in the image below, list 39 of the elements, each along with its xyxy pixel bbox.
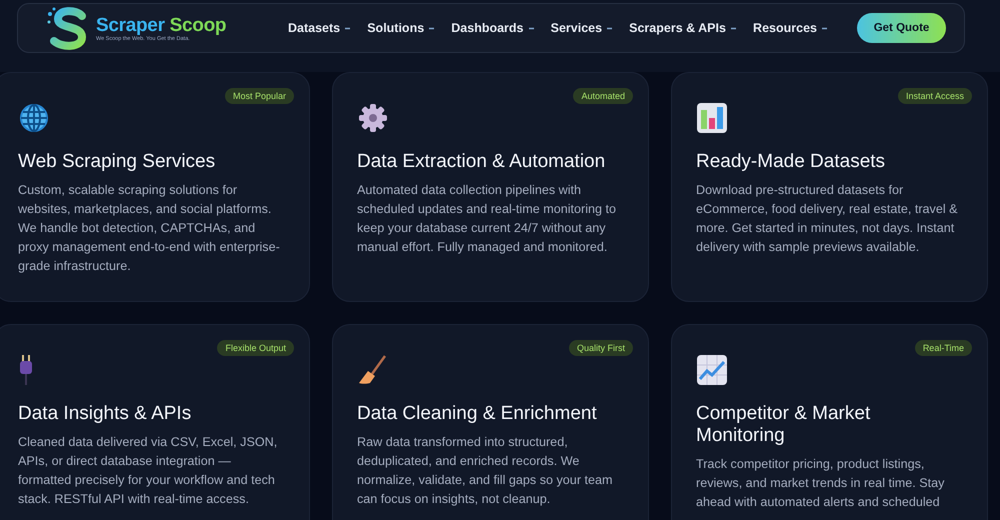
- card-badge: Automated: [573, 88, 633, 104]
- caret-icon: [822, 26, 827, 30]
- card-title: Ready-Made Datasets: [696, 151, 886, 173]
- nav-menu-item[interactable]: Solutions: [367, 21, 434, 35]
- caret-icon: [429, 26, 434, 30]
- globe-icon: [18, 102, 50, 134]
- card-badge: Instant Access: [898, 88, 972, 104]
- card-badge: Most Popular: [224, 88, 294, 104]
- card-title: Web Scraping Services: [18, 151, 216, 173]
- card-title: Competitor & Market Monitoring: [696, 403, 872, 447]
- brand-name[interactable]: Scraper: [96, 14, 165, 36]
- caret-icon: [528, 26, 534, 30]
- caret-icon: [345, 26, 350, 30]
- card-description: Automated data collection pipelines with scheduled updates and real-time monitoring to keep your database current 24/7 without any manual effort. Fully managed and monitored.: [357, 182, 618, 256]
- caret-icon: [607, 26, 612, 30]
- nav-menu-item[interactable]: Datasets: [288, 21, 350, 35]
- card-badge: Quality First: [568, 340, 633, 356]
- card-badge: Real-Time: [914, 340, 972, 356]
- gear-icon: [357, 102, 389, 134]
- brand-name[interactable]: Scoop: [170, 14, 226, 36]
- card-title: Data Cleaning & Enrichment: [357, 403, 598, 425]
- card-title: Data Insights & APIs: [18, 403, 192, 425]
- plug-icon: [18, 354, 34, 386]
- nav-menu-item[interactable]: Services: [550, 21, 612, 35]
- bar-chart-icon: [696, 102, 728, 134]
- card-badge: Flexible Output: [217, 340, 294, 356]
- nav-menu-item[interactable]: Scrapers & APIs: [629, 21, 736, 35]
- nav-menu-item[interactable]: Resources: [753, 21, 827, 35]
- line-chart-icon: [696, 354, 728, 386]
- card-description: Raw data transformed into structured, deduplicated, and enriched records. We normalize, validate, and fill gaps so your team can focus on insights, not cleanup.: [357, 434, 614, 508]
- card-description: Track competitor pricing, product listings, reviews, and market trends in real time. Stay ahead with automated alerts and scheduled: [696, 456, 946, 511]
- card-description: Download pre-structured datasets for eCommerce, food delivery, real estate, travel & more. Get started in minutes, not days. Instant delivery with sample previews available.: [696, 182, 959, 256]
- card-title: Data Extraction & Automation: [357, 151, 606, 173]
- card-description: Cleaned data delivered via CSV, Excel, JSON, APIs, or direct database integration — formatted precisely for your workflow and tech stack. RESTful API with real-time access.: [18, 434, 278, 508]
- broom-icon: [357, 354, 389, 386]
- get-quote-button[interactable]: Get Quote: [857, 13, 946, 43]
- card-description: Custom, scalable scraping solutions for websites, marketplaces, and social platforms. We handle bot detection, CAPTCHAs, and proxy management end-to-end with enterprise-grade infrastructure.: [18, 182, 281, 275]
- caret-icon: [730, 26, 736, 30]
- nav-menu-item[interactable]: Dashboards: [451, 21, 534, 35]
